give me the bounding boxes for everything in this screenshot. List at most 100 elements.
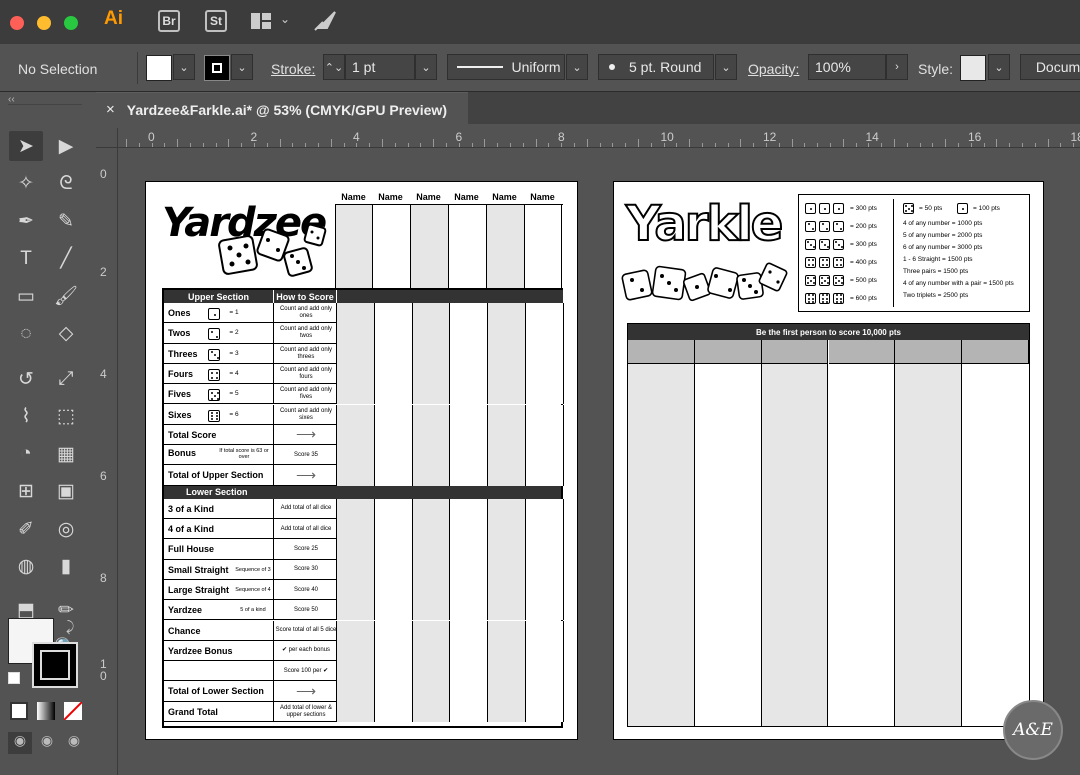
score-cell[interactable] — [488, 681, 526, 702]
score-cell[interactable] — [337, 620, 375, 641]
score-cell[interactable] — [337, 445, 375, 466]
score-cell[interactable] — [450, 498, 489, 519]
score-cell[interactable] — [450, 424, 489, 446]
column-graph-tool[interactable]: ▮ — [49, 552, 83, 582]
score-cell[interactable] — [337, 424, 375, 446]
score-cell[interactable] — [412, 363, 451, 385]
bridge-button[interactable]: Br — [158, 10, 180, 32]
score-cell[interactable] — [374, 539, 413, 560]
score-cell[interactable] — [488, 661, 526, 682]
score-cell[interactable] — [450, 620, 489, 641]
brush-definition[interactable]: 5 pt. Round — [598, 54, 714, 80]
horizontal-ruler[interactable]: 0 2 4 6 8 10 12 14 16 18 — [96, 128, 1080, 148]
score-cell[interactable] — [374, 640, 413, 662]
score-cell[interactable] — [374, 579, 413, 601]
close-window-button[interactable] — [10, 16, 24, 30]
score-cell[interactable] — [374, 363, 413, 385]
symbol-sprayer-tool[interactable]: ◍ — [9, 552, 43, 582]
score-cell[interactable] — [337, 600, 375, 621]
score-cell[interactable] — [412, 404, 451, 425]
score-cell[interactable] — [526, 343, 564, 364]
opacity-input[interactable]: 100% — [808, 54, 886, 80]
score-cell[interactable] — [526, 404, 564, 425]
score-cell[interactable] — [412, 323, 451, 344]
score-cell[interactable] — [337, 661, 375, 682]
player-header-cell[interactable] — [761, 340, 829, 364]
gradient-tool[interactable]: ▣ — [49, 477, 83, 507]
score-cell[interactable] — [526, 498, 564, 519]
profile-dropdown[interactable]: ⌄ — [566, 54, 588, 80]
score-cell[interactable] — [526, 681, 564, 702]
score-cell[interactable] — [488, 424, 526, 446]
score-cell[interactable] — [374, 681, 413, 702]
player-name-cell[interactable] — [372, 204, 410, 288]
score-cell[interactable] — [412, 424, 451, 446]
score-cell[interactable] — [374, 498, 413, 519]
draw-normal-icon[interactable]: ◉ — [8, 732, 32, 754]
score-cell[interactable] — [526, 701, 564, 722]
score-cell[interactable] — [488, 445, 526, 466]
stroke-weight-input[interactable]: 1 pt — [345, 54, 415, 80]
document-tab[interactable]: × Yardzee&Farkle.ai* @ 53% (CMYK/GPU Pre… — [96, 92, 468, 126]
score-cell[interactable] — [488, 465, 526, 486]
close-tab-icon[interactable]: × — [106, 101, 115, 118]
score-cell[interactable] — [374, 701, 413, 722]
score-cell[interactable] — [412, 600, 451, 621]
player-name-header[interactable]: Name — [410, 192, 447, 202]
score-cell[interactable] — [526, 559, 564, 580]
score-cell[interactable] — [488, 600, 526, 621]
score-cell[interactable] — [450, 465, 489, 486]
score-cell[interactable] — [450, 681, 489, 702]
score-cell[interactable] — [374, 465, 413, 486]
score-cell[interactable] — [526, 620, 564, 641]
player-header-cell[interactable] — [962, 340, 1029, 364]
score-cell[interactable] — [488, 404, 526, 425]
score-cell[interactable] — [337, 323, 375, 344]
score-cell[interactable] — [337, 519, 375, 540]
score-cell[interactable] — [450, 323, 489, 344]
rotate-tool[interactable]: ↺ — [9, 364, 43, 394]
player-score-column[interactable] — [761, 364, 829, 726]
gradient-mode-icon[interactable] — [37, 702, 55, 720]
score-cell[interactable] — [374, 384, 413, 405]
player-score-column[interactable] — [828, 364, 896, 726]
score-cell[interactable] — [337, 640, 375, 662]
player-name-header[interactable]: Name — [524, 192, 561, 202]
score-cell[interactable] — [526, 539, 564, 560]
vertical-ruler[interactable]: 0 2 4 6 8 1 0 — [96, 148, 118, 775]
score-cell[interactable] — [526, 579, 564, 601]
type-tool[interactable]: T — [9, 244, 43, 274]
score-cell[interactable] — [488, 539, 526, 560]
score-cell[interactable] — [526, 519, 564, 540]
score-cell[interactable] — [526, 640, 564, 662]
score-cell[interactable] — [450, 640, 489, 662]
score-cell[interactable] — [374, 343, 413, 364]
score-cell[interactable] — [488, 640, 526, 662]
warp-tool[interactable]: ⌇ — [9, 402, 43, 432]
player-name-cell[interactable] — [486, 204, 524, 288]
player-name-cell[interactable] — [448, 204, 486, 288]
eraser-tool[interactable]: ◇ — [49, 319, 83, 349]
score-cell[interactable] — [450, 579, 489, 601]
eyedropper-tool[interactable]: ✐ — [9, 514, 43, 544]
score-cell[interactable] — [337, 384, 375, 405]
score-cell[interactable] — [337, 701, 375, 722]
fill-swatch[interactable] — [146, 55, 172, 81]
score-cell[interactable] — [450, 559, 489, 580]
ruler-origin[interactable] — [96, 128, 118, 148]
document-setup-button[interactable]: Docum — [1020, 54, 1080, 80]
score-cell[interactable] — [488, 498, 526, 519]
score-cell[interactable] — [450, 404, 489, 425]
score-cell[interactable] — [488, 579, 526, 601]
artboard-yardzee[interactable]: Yardzee Name Name Name Name Name Name Upper Se… — [145, 181, 578, 740]
score-cell[interactable] — [526, 465, 564, 486]
score-cell[interactable] — [412, 579, 451, 601]
score-cell[interactable] — [337, 465, 375, 486]
score-cell[interactable] — [412, 303, 451, 324]
player-name-header[interactable]: Name — [448, 192, 485, 202]
opacity-label[interactable]: Opacity: — [748, 56, 799, 82]
score-cell[interactable] — [412, 701, 451, 722]
player-score-column[interactable] — [895, 364, 963, 726]
score-cell[interactable] — [374, 303, 413, 324]
score-cell[interactable] — [526, 445, 564, 466]
